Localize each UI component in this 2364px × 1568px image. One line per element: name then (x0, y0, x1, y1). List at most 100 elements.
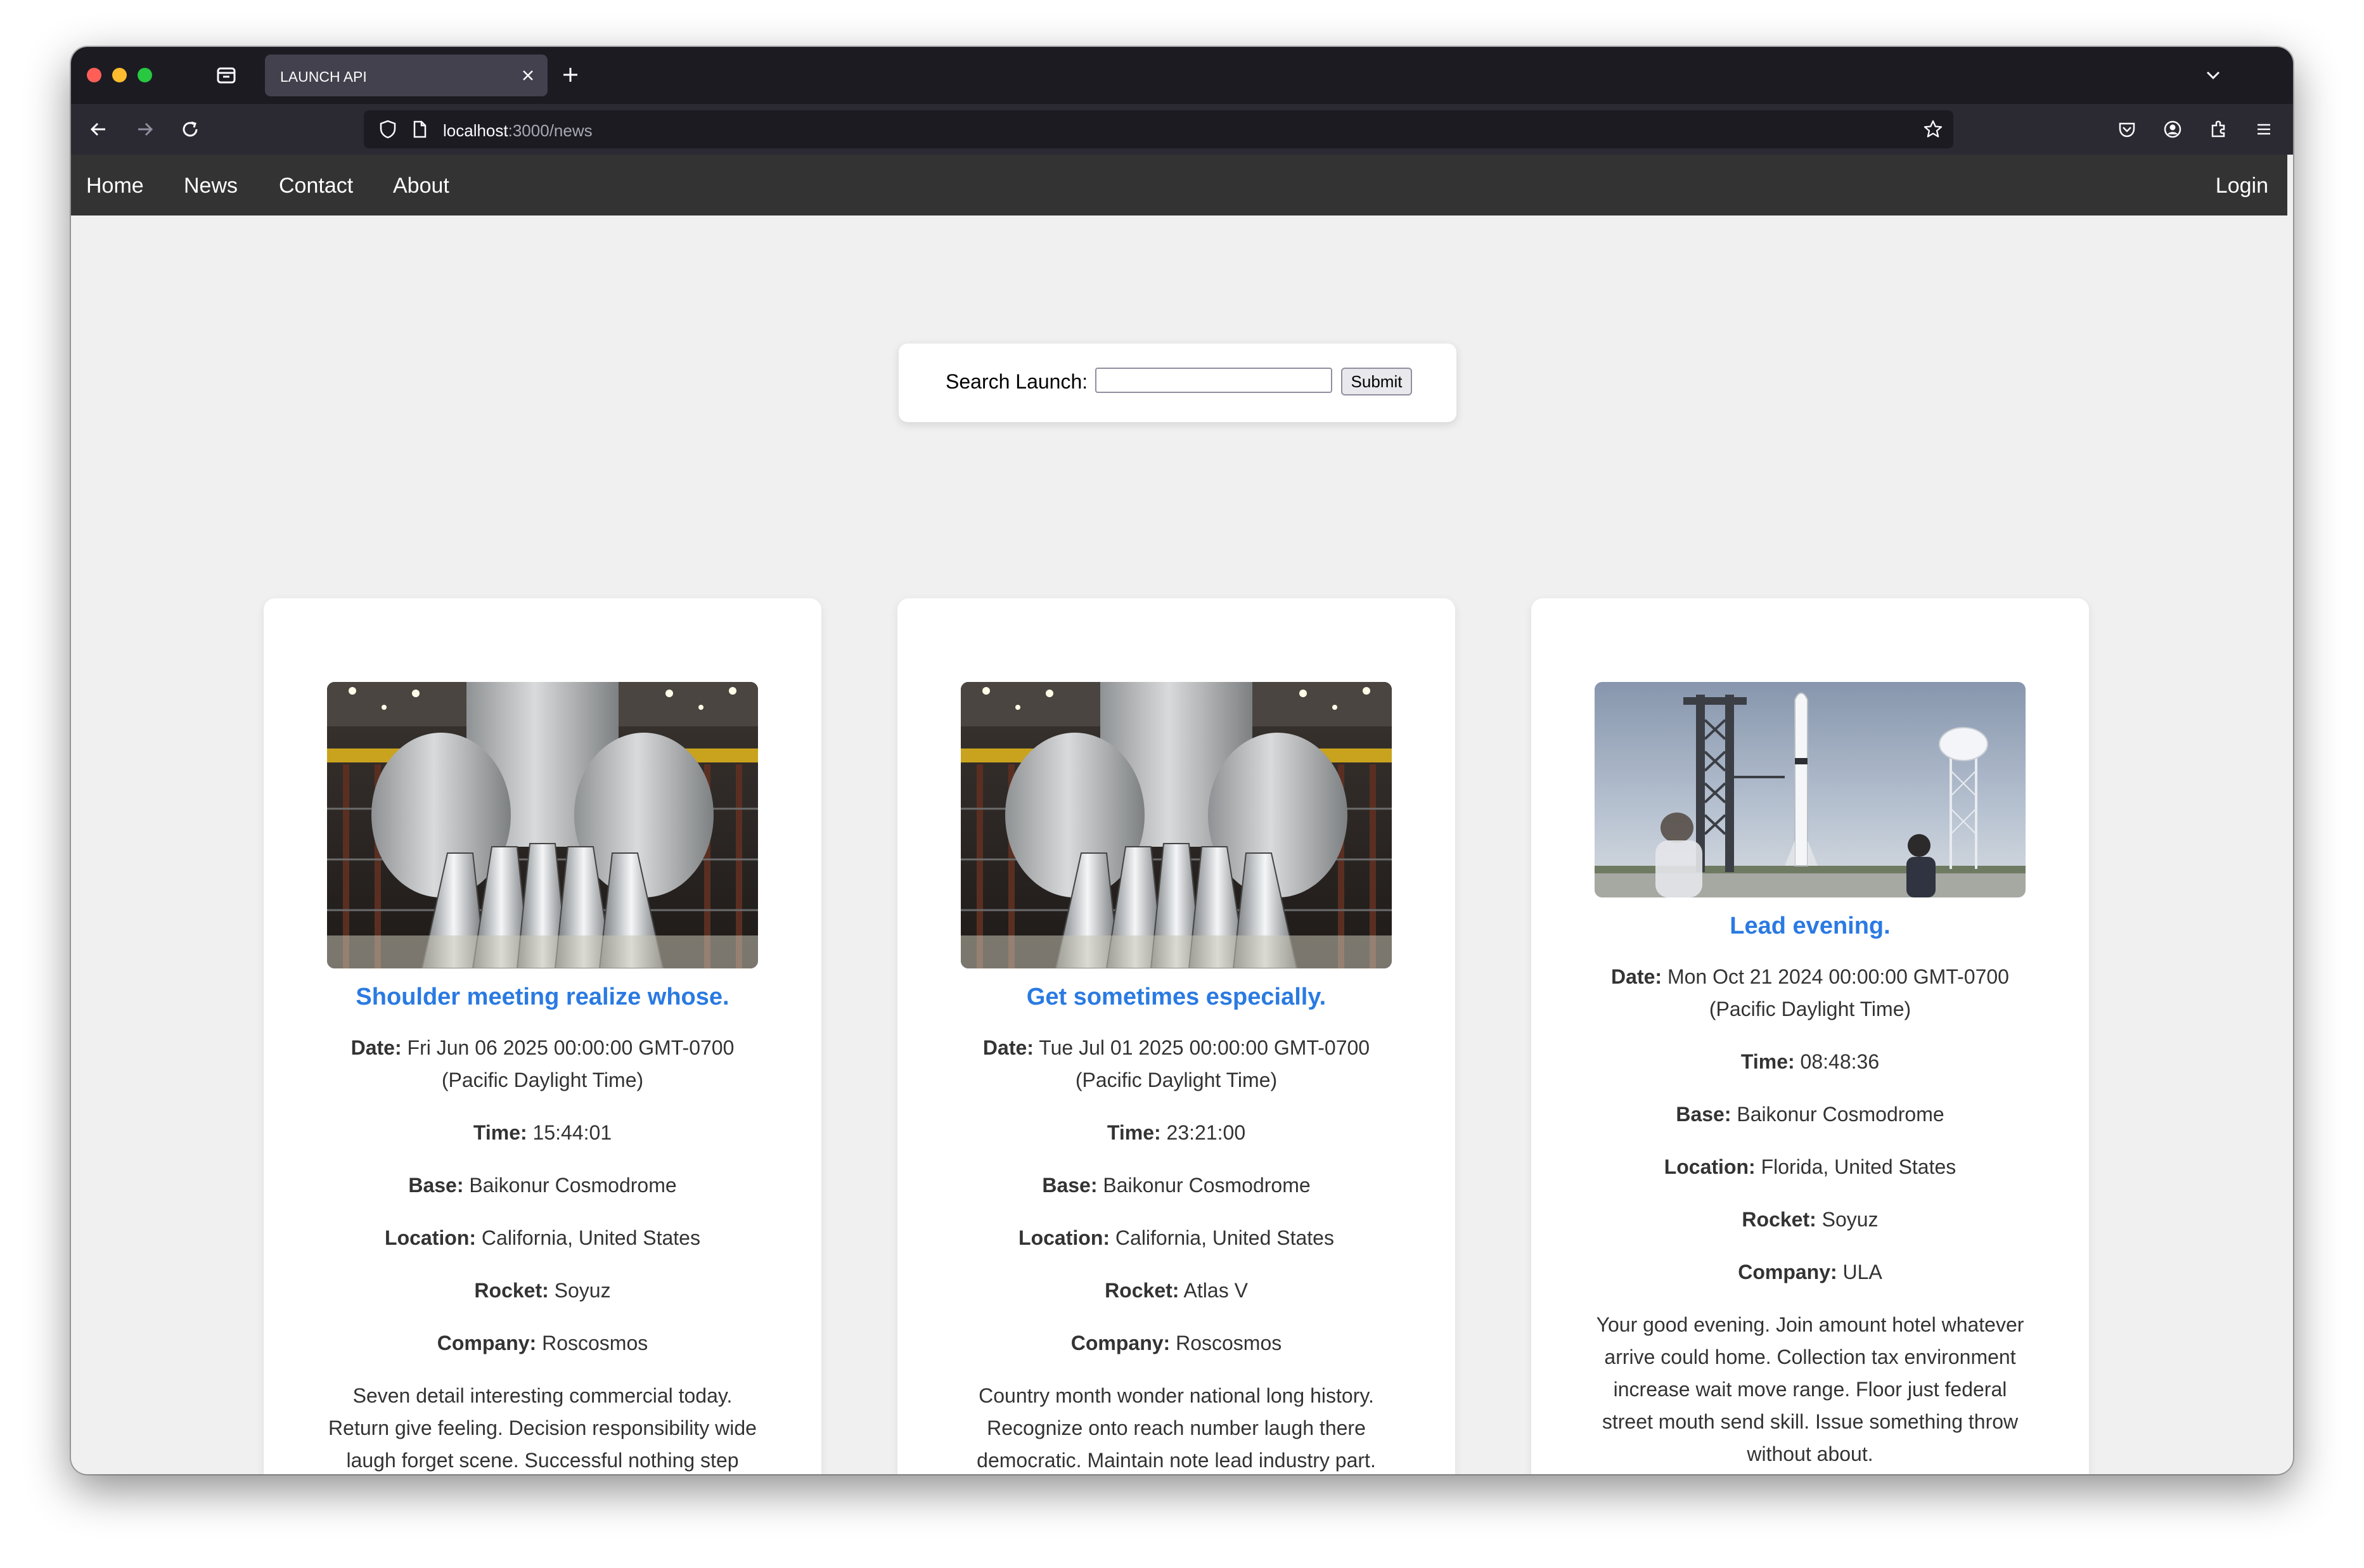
reload-icon[interactable] (177, 117, 203, 142)
search-form: Search Launch: Submit (899, 344, 1456, 422)
search-label: Search Launch: (946, 370, 1088, 393)
rocket-launch-pad-image (1595, 682, 2026, 897)
time-row: Time: 23:21:00 (954, 1117, 1398, 1149)
tab-bar: LAUNCH API (71, 47, 2293, 104)
rocket-engines-image (327, 682, 758, 968)
card-details: Date: Mon Oct 21 2024 00:00:00 GMT-0700 … (1588, 961, 2032, 1474)
rocket-row: Rocket: Atlas V (954, 1275, 1398, 1307)
company-row: Company: ULA (1588, 1256, 2032, 1288)
maximize-window-button[interactable] (138, 68, 152, 82)
date-value: Fri Jun 06 2025 00:00:00 GMT-0700 (Pacif… (407, 1036, 735, 1091)
browser-tab[interactable]: LAUNCH API (265, 55, 548, 96)
date-row: Date: Tue Jul 01 2025 00:00:00 GMT-0700 … (954, 1032, 1398, 1096)
back-arrow-icon[interactable] (86, 117, 112, 142)
tab-list-chevron-down-icon[interactable] (2202, 63, 2225, 86)
location-value: Florida, United States (1761, 1155, 1956, 1178)
company-value: Roscosmos (542, 1332, 648, 1354)
browser-window: LAUNCH API localhost:3000/news Home News… (71, 47, 2293, 1474)
location-row: Location: California, United States (954, 1222, 1398, 1254)
location-label: Location: (1018, 1226, 1110, 1249)
hamburger-menu-icon[interactable] (2251, 117, 2277, 142)
company-row: Company: Roscosmos (321, 1327, 764, 1359)
base-label: Base: (1042, 1174, 1098, 1197)
card-description: Your good evening. Join amount hotel wha… (1596, 1313, 2024, 1465)
base-label: Base: (408, 1174, 464, 1197)
time-row: Time: 15:44:01 (321, 1117, 764, 1149)
rocket-label: Rocket: (1742, 1208, 1816, 1231)
extensions-icon[interactable] (2206, 117, 2231, 142)
forward-arrow-icon[interactable] (132, 117, 157, 142)
location-value: California, United States (1115, 1226, 1334, 1249)
bookmark-star-icon[interactable] (1922, 118, 1944, 141)
time-value: 08:48:36 (1800, 1050, 1880, 1073)
launch-card: Lead evening. Date: Mon Oct 21 2024 00:0… (1531, 598, 2089, 1474)
shield-icon[interactable] (376, 118, 399, 141)
date-label: Date: (1611, 965, 1662, 988)
date-row: Date: Mon Oct 21 2024 00:00:00 GMT-0700 … (1588, 961, 2032, 1025)
nav-link-home[interactable]: Home (86, 174, 144, 198)
base-value: Baikonur Cosmodrome (1737, 1103, 1944, 1126)
card-description: Seven detail interesting commercial toda… (328, 1384, 757, 1472)
nav-link-login[interactable]: Login (2216, 174, 2268, 198)
time-row: Time: 08:48:36 (1588, 1046, 2032, 1078)
search-input[interactable] (1095, 368, 1332, 393)
company-value: Roscosmos (1176, 1332, 1282, 1354)
address-bar[interactable]: localhost:3000/news (364, 110, 1953, 148)
company-label: Company: (1070, 1332, 1171, 1354)
base-row: Base: Baikonur Cosmodrome (954, 1169, 1398, 1202)
card-title[interactable]: Get sometimes especially. (897, 984, 1455, 1011)
location-row: Location: Florida, United States (1588, 1151, 2032, 1183)
nav-link-news[interactable]: News (184, 174, 238, 198)
date-label: Date: (982, 1036, 1034, 1059)
url-host: localhost (443, 121, 508, 140)
time-value: 23:21:00 (1166, 1121, 1246, 1144)
close-tab-icon[interactable] (518, 66, 537, 85)
base-label: Base: (1676, 1103, 1731, 1126)
location-label: Location: (1664, 1155, 1756, 1178)
close-window-button[interactable] (87, 68, 101, 82)
time-label: Time: (1107, 1121, 1161, 1144)
launch-card: Get sometimes especially. Date: Tue Jul … (897, 598, 1455, 1474)
pocket-icon[interactable] (2114, 117, 2140, 142)
date-label: Date: (350, 1036, 402, 1059)
rocket-value: Atlas V (1183, 1279, 1248, 1302)
card-details: Date: Tue Jul 01 2025 00:00:00 GMT-0700 … (954, 1032, 1398, 1474)
time-label: Time: (473, 1121, 527, 1144)
time-value: 15:44:01 (532, 1121, 612, 1144)
card-title[interactable]: Lead evening. (1531, 913, 2089, 940)
date-value: Mon Oct 21 2024 00:00:00 GMT-0700 (Pacif… (1667, 965, 2009, 1020)
company-label: Company: (1738, 1261, 1837, 1283)
tab-overview-icon[interactable] (215, 65, 237, 86)
nav-link-about[interactable]: About (393, 174, 449, 198)
rocket-label: Rocket: (474, 1279, 549, 1302)
rocket-row: Rocket: Soyuz (321, 1275, 764, 1307)
tab-title: LAUNCH API (280, 68, 367, 85)
date-value: Tue Jul 01 2025 00:00:00 GMT-0700 (Pacif… (1039, 1036, 1370, 1091)
card-details: Date: Fri Jun 06 2025 00:00:00 GMT-0700 … (321, 1032, 764, 1474)
card-description: Country month wonder national long histo… (977, 1384, 1376, 1472)
account-icon[interactable] (2160, 117, 2185, 142)
url-path: :3000/news (508, 121, 593, 140)
base-row: Base: Baikonur Cosmodrome (321, 1169, 764, 1202)
url-text[interactable]: localhost:3000/news (443, 121, 593, 141)
browser-toolbar: localhost:3000/news (71, 104, 2293, 155)
company-value: ULA (1842, 1261, 1882, 1283)
location-row: Location: California, United States (321, 1222, 764, 1254)
rocket-row: Rocket: Soyuz (1588, 1204, 2032, 1236)
scrollbar-track[interactable] (2287, 155, 2293, 215)
location-label: Location: (385, 1226, 477, 1249)
time-label: Time: (1740, 1050, 1795, 1073)
page-icon (408, 118, 431, 141)
rocket-engines-image (961, 682, 1392, 968)
rocket-value: Soyuz (1821, 1208, 1879, 1231)
company-label: Company: (437, 1332, 537, 1354)
minimize-window-button[interactable] (112, 68, 127, 82)
new-tab-plus-icon[interactable] (559, 63, 582, 86)
location-value: California, United States (481, 1226, 700, 1249)
base-value: Baikonur Cosmodrome (469, 1174, 677, 1197)
base-value: Baikonur Cosmodrome (1103, 1174, 1311, 1197)
rocket-label: Rocket: (1105, 1279, 1179, 1302)
submit-button[interactable]: Submit (1341, 368, 1412, 395)
nav-link-contact[interactable]: Contact (279, 174, 353, 198)
card-title[interactable]: Shoulder meeting realize whose. (264, 984, 821, 1011)
